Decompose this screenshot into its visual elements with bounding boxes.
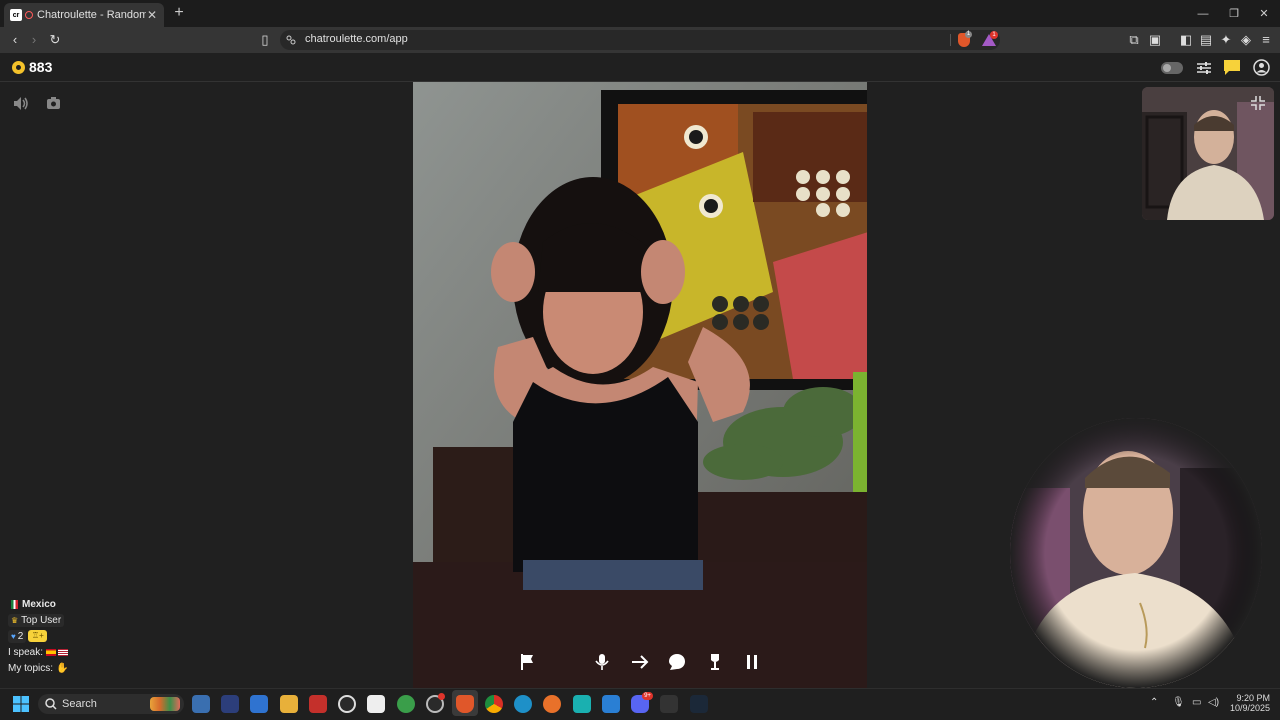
- partner-info-panel: Mexico ♛ Top User ♥ 2 ♖+ I speak: My top…: [8, 596, 68, 676]
- notification-dot: [438, 693, 445, 700]
- close-tab-icon[interactable]: ✕: [146, 8, 158, 22]
- taskbar-app-shield-icon[interactable]: [397, 695, 415, 713]
- file-explorer-icon[interactable]: [280, 695, 298, 713]
- video-controls: [510, 645, 770, 679]
- chrome-icon[interactable]: [485, 695, 503, 713]
- theme-toggle[interactable]: [1161, 62, 1183, 74]
- back-icon[interactable]: ‹: [7, 32, 23, 48]
- pause-icon[interactable]: [742, 652, 762, 672]
- forward-icon[interactable]: ›: [26, 32, 42, 48]
- system-clock[interactable]: 9:20 PM 10/9/2025: [1228, 693, 1270, 713]
- tab-groups-icon[interactable]: ▣: [1147, 32, 1163, 48]
- recording-icon: [25, 11, 33, 19]
- rewards-badge: 1: [990, 31, 998, 39]
- restore-button[interactable]: ❐: [1226, 6, 1242, 22]
- taskbar-app-network-icon[interactable]: [192, 695, 210, 713]
- coin-balance[interactable]: 883: [29, 59, 52, 75]
- taskbar-app-user-icon[interactable]: [660, 695, 678, 713]
- report-flag-icon[interactable]: [518, 652, 538, 672]
- wallet-icon[interactable]: ▤: [1198, 32, 1214, 48]
- topics-row: My topics: ✋: [8, 660, 68, 676]
- camera-icon[interactable]: [46, 96, 61, 110]
- tray-mic-icon[interactable]: 🎙: [1172, 697, 1185, 708]
- country-row: Mexico: [8, 596, 68, 612]
- divider: [950, 34, 951, 46]
- self-bubble-frame: [1010, 418, 1262, 688]
- trophy-badge-icon: ♖+: [28, 630, 48, 642]
- url-text: chatroulette.com/app: [305, 33, 408, 45]
- badge-row: ♛ Top User: [8, 612, 68, 628]
- chat-messages-icon[interactable]: [1223, 59, 1241, 76]
- self-camera-preview: [1142, 87, 1274, 220]
- volume-icon[interactable]: ◁): [1208, 697, 1219, 708]
- partner-video: [413, 82, 867, 688]
- steam-icon[interactable]: [690, 695, 708, 713]
- account-icon[interactable]: [1253, 59, 1270, 76]
- taskbar-app-speed-icon[interactable]: [338, 695, 356, 713]
- taskbar-app-r-icon[interactable]: [250, 695, 268, 713]
- leo-ai-icon[interactable]: ✦: [1218, 32, 1234, 48]
- chat-bubble-icon[interactable]: [667, 652, 687, 672]
- sidebar-icon[interactable]: ◧: [1178, 32, 1194, 48]
- site-info-icon[interactable]: [286, 35, 296, 45]
- speak-label: I speak:: [8, 646, 44, 658]
- clock-date: 10/9/2025: [1229, 703, 1270, 713]
- filters-icon[interactable]: [1196, 60, 1212, 76]
- search-icon: [45, 698, 57, 710]
- taskbar-app-store-icon[interactable]: [221, 695, 239, 713]
- self-camera-bubble: [1010, 418, 1262, 688]
- vpn-icon[interactable]: ◈: [1238, 32, 1254, 48]
- usa-flag-icon: [58, 648, 69, 656]
- app-header: [0, 53, 1280, 82]
- top-user-badge: Top User: [21, 614, 62, 626]
- edge-icon[interactable]: [514, 695, 532, 713]
- discord-badge: 9+: [642, 692, 653, 700]
- partner-video-frame: [413, 82, 867, 688]
- browser-tabstrip: cr Chatroulette - Random video ✕ + — ❐ ✕: [0, 0, 1280, 27]
- coin-icon: [12, 61, 25, 74]
- brave-browser-icon[interactable]: [456, 695, 474, 713]
- close-window-button[interactable]: ✕: [1256, 6, 1272, 22]
- vscode-icon[interactable]: [602, 695, 620, 713]
- spain-flag-icon: [46, 648, 57, 656]
- minimize-button[interactable]: —: [1195, 6, 1211, 22]
- next-arrow-icon[interactable]: [630, 652, 650, 672]
- menu-icon[interactable]: ≡: [1258, 32, 1274, 48]
- extensions-icon[interactable]: ⧉: [1126, 32, 1142, 48]
- trophy-icon[interactable]: [705, 652, 725, 672]
- reload-icon[interactable]: ↻: [47, 32, 63, 48]
- windows-start-icon[interactable]: [13, 696, 29, 712]
- mexico-flag-icon: [11, 599, 18, 609]
- tab-chatroulette[interactable]: cr Chatroulette - Random video ✕: [4, 3, 164, 27]
- exit-fullscreen-icon[interactable]: [1250, 95, 1266, 111]
- taskbar-app-oo-icon[interactable]: [573, 695, 591, 713]
- tray-overflow-icon[interactable]: ⌃: [1150, 697, 1158, 708]
- topics-label: My topics:: [8, 662, 54, 674]
- tab-title: Chatroulette - Random video: [37, 9, 146, 21]
- chatroulette-favicon: cr: [10, 9, 22, 21]
- languages-row: I speak:: [8, 644, 69, 660]
- heart-icon: ♥: [11, 631, 16, 641]
- search-highlight-icon: [150, 697, 180, 711]
- waving-hand-icon: ✋: [56, 662, 69, 674]
- firefox-icon[interactable]: [543, 695, 561, 713]
- capcut-icon[interactable]: [367, 695, 385, 713]
- search-placeholder: Search: [62, 698, 97, 710]
- crown-icon: ♛: [11, 615, 19, 625]
- clock-time: 9:20 PM: [1236, 693, 1270, 703]
- taskbar-app-video-icon[interactable]: [309, 695, 327, 713]
- mic-icon[interactable]: [592, 652, 612, 672]
- bookmark-icon[interactable]: ▯: [257, 32, 273, 48]
- country-label: Mexico: [22, 598, 56, 610]
- level-value: 2: [17, 630, 24, 642]
- shields-badge: 1: [965, 31, 972, 38]
- new-tab-button[interactable]: +: [170, 4, 188, 22]
- taskbar-search-box[interactable]: [38, 694, 184, 714]
- speaker-icon[interactable]: [13, 96, 30, 111]
- level-row: ♥ 2 ♖+: [8, 628, 68, 644]
- network-icon[interactable]: ▭: [1192, 697, 1201, 708]
